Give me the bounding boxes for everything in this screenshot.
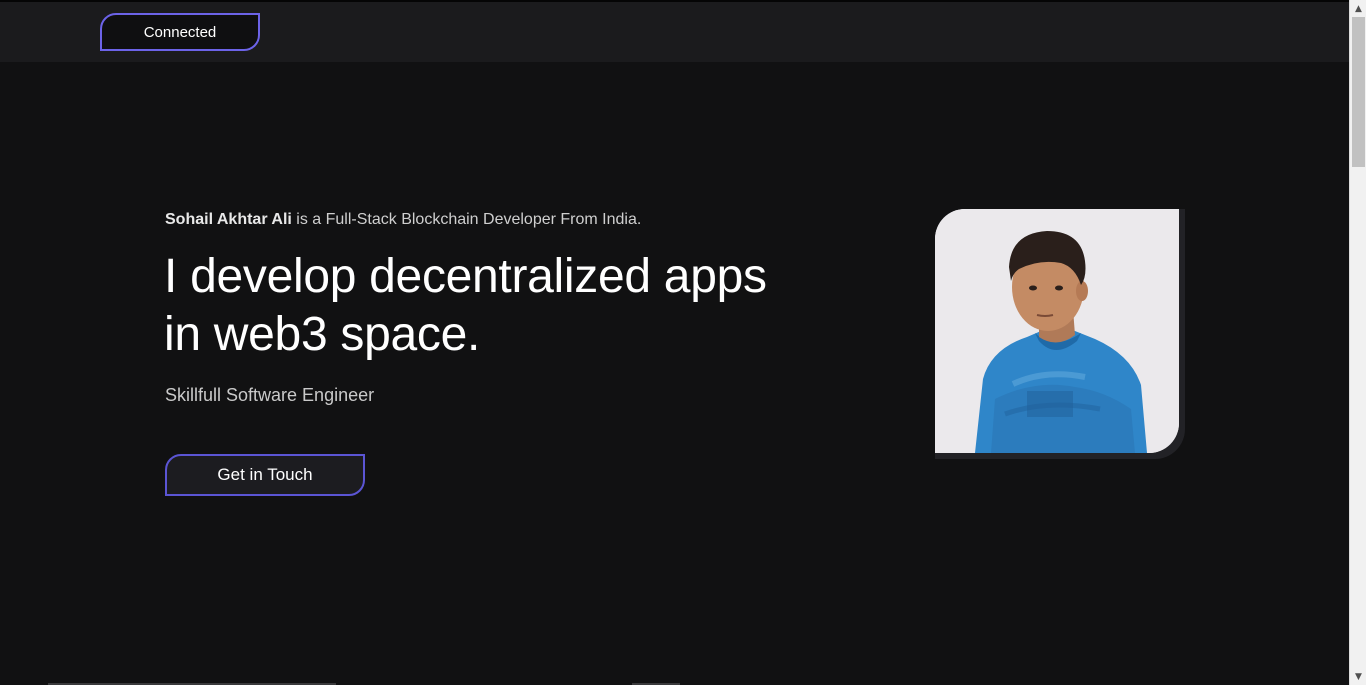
vertical-scrollbar[interactable]: ▲ ▼: [1349, 0, 1366, 685]
developer-name: Sohail Akhtar Ali: [165, 211, 292, 228]
scroll-up-arrow-icon[interactable]: ▲: [1350, 0, 1366, 17]
top-navbar: Connected: [0, 0, 1349, 62]
scrollbar-thumb[interactable]: [1352, 17, 1365, 167]
headline-line-1: I develop decentralized apps: [164, 250, 767, 303]
scroll-down-arrow-icon[interactable]: ▼: [1350, 668, 1366, 685]
wallet-connect-button[interactable]: Connected: [100, 13, 260, 51]
person-illustration-icon: [935, 209, 1179, 453]
role-subtitle: Skillfull Software Engineer: [165, 385, 375, 405]
hero-headline: I develop decentralized apps in web3 spa…: [164, 248, 864, 364]
get-in-touch-button[interactable]: Get in Touch: [165, 454, 365, 496]
intro-line: Sohail Akhtar Ali is a Full-Stack Blockc…: [165, 211, 641, 229]
intro-description: is a Full-Stack Blockchain Developer Fro…: [291, 211, 642, 228]
headline-line-2: in web3 space.: [164, 308, 481, 361]
profile-photo: [935, 209, 1179, 453]
page-viewport: Connected Sohail Akhtar Ali is a Full-St…: [0, 0, 1349, 685]
